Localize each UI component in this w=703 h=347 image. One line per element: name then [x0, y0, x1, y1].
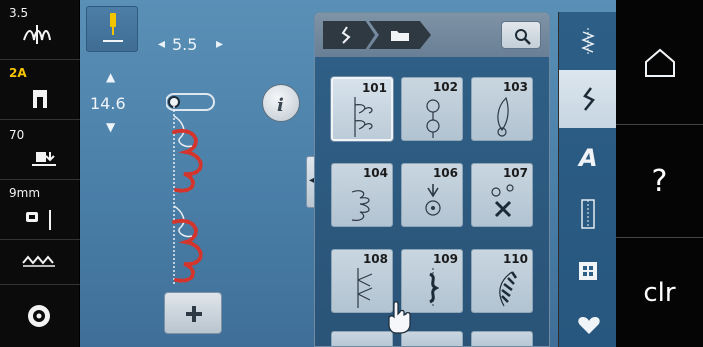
stitch-tile[interactable]: 102	[401, 77, 463, 141]
buttonhole-icon	[581, 199, 595, 229]
needle-size-value: 9mm	[9, 186, 41, 200]
presser-foot-button[interactable]: 2A	[0, 60, 80, 120]
info-icon: i	[277, 95, 284, 115]
cursor-hand-icon	[388, 301, 411, 334]
left-status-bar: 3.5 2A 70 9mm	[0, 0, 80, 347]
stitch-pattern-button[interactable]	[0, 240, 80, 285]
stitch-109-icon	[429, 268, 440, 308]
stitch-tile-partial[interactable]	[471, 331, 533, 346]
tab-buttonholes[interactable]	[558, 186, 616, 244]
stitch-number: 102	[432, 80, 458, 94]
foot-pressure-button[interactable]: 70	[0, 120, 80, 180]
stitch-number: 107	[502, 166, 528, 180]
heart-icon	[578, 317, 600, 334]
stitch-103-icon	[497, 96, 509, 137]
tension-value: 3.5	[9, 6, 29, 20]
width-increase-button[interactable]: ▸	[216, 36, 223, 52]
decorative-stitch-icon	[341, 26, 351, 44]
tab-decorative-stitches[interactable]	[558, 70, 616, 128]
stitch-tile[interactable]: 104	[331, 163, 393, 227]
needle-position-button[interactable]	[86, 6, 138, 52]
stitch-number: 103	[502, 80, 528, 94]
stitch-category-breadcrumb[interactable]	[323, 21, 375, 49]
stitch-number: 109	[432, 252, 458, 266]
needle-stop-button[interactable]: 9mm	[0, 180, 80, 240]
stitch-pattern-icon	[22, 255, 55, 267]
plus-icon	[186, 306, 202, 322]
stitch-107-icon	[491, 184, 514, 218]
foot-pressure-icon	[32, 152, 56, 166]
alphabet-icon: A	[577, 144, 598, 170]
stitch-tile[interactable]: 106	[401, 163, 463, 227]
tab-practical-stitches[interactable]	[558, 12, 616, 70]
clear-button[interactable]: clr	[616, 238, 703, 347]
category-tabs: A	[558, 12, 616, 347]
thread-tension-icon	[23, 25, 51, 44]
stitch-tile[interactable]: 101	[331, 77, 393, 141]
right-function-bar: ? clr	[616, 0, 703, 347]
stitch-101-icon	[354, 97, 373, 137]
stitch-106-icon	[425, 184, 441, 216]
home-button[interactable]	[616, 0, 703, 125]
width-decrease-button[interactable]: ◂	[158, 36, 165, 52]
stitch-number: 101	[361, 81, 387, 95]
thread-tension-button[interactable]: 3.5	[0, 0, 80, 60]
needle-position-icon	[26, 210, 51, 230]
stitch-width-value: 5.5	[172, 35, 198, 54]
stitch-tile[interactable]: 110	[471, 249, 533, 313]
main-panel: ◂ 5.5 ▸ ▲ 14.6 ▼ i ◂ 101 102 103 104 106…	[80, 0, 616, 347]
quilt-icon	[579, 262, 597, 280]
foot-pressure-value: 70	[9, 128, 25, 142]
stitch-108-icon	[357, 268, 373, 308]
stitch-number: 106	[432, 166, 458, 180]
stitch-panel: 101 102 103 104 106 107 108 109 110	[314, 12, 550, 347]
stitch-102-icon	[426, 99, 440, 138]
slider-handle[interactable]	[168, 96, 180, 108]
presser-foot-value: 2A	[9, 66, 27, 80]
stitch-tile[interactable]: 103	[471, 77, 533, 141]
stitch-number: 110	[502, 252, 528, 266]
svg-text:i: i	[277, 95, 284, 115]
stitch-tile[interactable]: 107	[471, 163, 533, 227]
search-icon	[515, 29, 531, 45]
search-button[interactable]	[501, 21, 541, 49]
tab-personal-program[interactable]	[558, 302, 616, 347]
bobbin-button[interactable]	[0, 285, 80, 347]
tab-alphabets[interactable]: A	[558, 128, 616, 186]
info-button[interactable]: i	[262, 84, 300, 122]
presser-foot-icon	[33, 90, 47, 108]
length-increase-button[interactable]: ▲	[106, 70, 115, 84]
home-icon	[644, 48, 675, 77]
stitch-tile[interactable]: 108	[331, 249, 393, 313]
bobbin-icon	[28, 305, 50, 327]
stitch-104-icon	[351, 190, 370, 221]
decorative-stitch-icon	[583, 87, 595, 111]
stitch-length-value: 14.6	[90, 94, 126, 113]
tab-quilt-stitches[interactable]	[558, 244, 616, 302]
needle-icon	[103, 13, 123, 42]
add-stitch-button[interactable]	[164, 292, 222, 334]
stitch-number: 108	[362, 252, 388, 266]
practical-stitch-icon	[581, 28, 595, 54]
svg-text:A: A	[577, 144, 598, 170]
stitch-number: 104	[362, 166, 388, 180]
help-button[interactable]: ?	[616, 125, 703, 238]
stitch-110-icon	[499, 271, 518, 307]
stitch-tile-partial[interactable]	[331, 331, 393, 346]
length-decrease-button[interactable]: ▼	[106, 120, 115, 134]
folder-icon	[391, 31, 409, 41]
